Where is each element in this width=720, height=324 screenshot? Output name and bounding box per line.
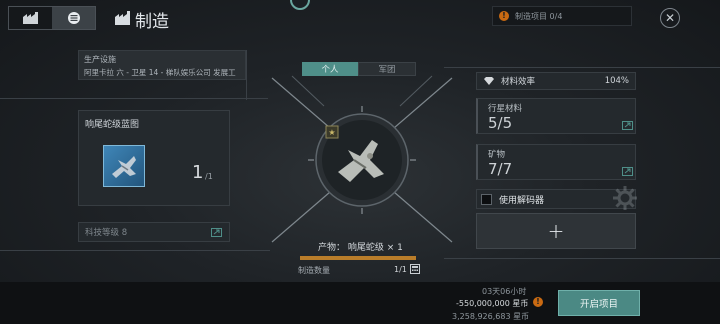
balance-text: 3,258,926,683 星币 [452, 312, 530, 321]
product-progress-fill [300, 256, 416, 260]
gear-icon [613, 186, 637, 210]
external-link-icon [622, 167, 633, 176]
decoder-checkbox[interactable] [481, 193, 492, 205]
bg-line-left-vertical [246, 50, 247, 100]
add-decoder-button[interactable]: + [476, 213, 636, 249]
bg-line-right [444, 67, 720, 68]
cost-text: -550,000,000 星币 [456, 299, 529, 308]
facility-label: 生产设施 [84, 55, 116, 64]
material-label: 矿物 [488, 150, 506, 160]
blueprint-thumbnail[interactable] [103, 145, 145, 187]
bg-line-right-lower [444, 258, 720, 259]
cost-warning-icon: ! [533, 297, 543, 307]
product-progress-bar [300, 256, 416, 260]
factory-title-icon [115, 11, 130, 25]
close-button[interactable]: ✕ [660, 8, 680, 28]
facility-value: 阿里卡拉 六 - 卫星 14 - 梯队娱乐公司 发展工 [84, 68, 236, 77]
material-value: 5/5 [488, 114, 513, 132]
start-project-button[interactable]: 开启项目 [558, 290, 640, 316]
warning-icon: ! [499, 11, 509, 21]
product-emblem: ★ [271, 75, 453, 243]
efficiency-value: 104% [604, 76, 629, 86]
external-link-icon [211, 228, 222, 237]
queue-label: 制造项目 0/4 [515, 11, 563, 21]
calculator-icon[interactable] [410, 264, 420, 274]
page-title: 制造 [135, 12, 169, 32]
material-efficiency-row: 材料效率 104% [476, 72, 636, 90]
queue-status: ! 制造项目 0/4 [492, 6, 632, 26]
efficiency-label: 材料效率 [501, 77, 536, 87]
bg-line-left [0, 98, 268, 99]
plus-icon: + [547, 219, 565, 243]
blueprint-quantity: 1 [192, 162, 204, 183]
count-label: 制造数量 [298, 266, 330, 275]
factory-mode-button[interactable] [9, 7, 52, 29]
planetary-materials-box[interactable]: 行星材料 5/5 [476, 98, 636, 134]
close-icon: ✕ [664, 11, 676, 25]
facility-panel[interactable]: 生产设施 阿里卡拉 六 - 卫星 14 - 梯队娱乐公司 发展工 [78, 50, 246, 80]
list-icon [67, 12, 80, 24]
count-value: 1/1 [394, 265, 407, 274]
bg-line-left-lower [0, 250, 270, 251]
material-label: 行星材料 [488, 104, 523, 114]
diamond-icon [484, 77, 494, 85]
top-bar: 制造 ! 制造项目 0/4 ✕ [0, 0, 720, 36]
minerals-box[interactable]: 矿物 7/7 [476, 144, 636, 180]
material-value: 7/7 [488, 160, 513, 178]
blueprint-title: 响尾蛇级蓝图 [85, 120, 140, 130]
ship-icon [112, 156, 136, 178]
list-mode-button[interactable] [52, 7, 95, 29]
svg-text:★: ★ [328, 128, 335, 137]
top-handle[interactable] [290, 0, 310, 10]
external-link-icon [622, 121, 633, 130]
mode-toggle[interactable] [8, 6, 96, 30]
decoder-label: 使用解码器 [499, 195, 545, 206]
duration-text: 03天06小时 [482, 287, 527, 296]
blueprint-quantity-max: /1 [205, 172, 213, 181]
blueprint-panel[interactable]: 响尾蛇级蓝图 [78, 110, 230, 206]
tech-level-row[interactable]: 科技等级 8 [78, 222, 230, 242]
tech-level-label: 科技等级 8 [85, 228, 128, 238]
factory-icon [22, 12, 38, 24]
product-output: 产物： 响尾蛇级 × 1 [318, 243, 403, 253]
